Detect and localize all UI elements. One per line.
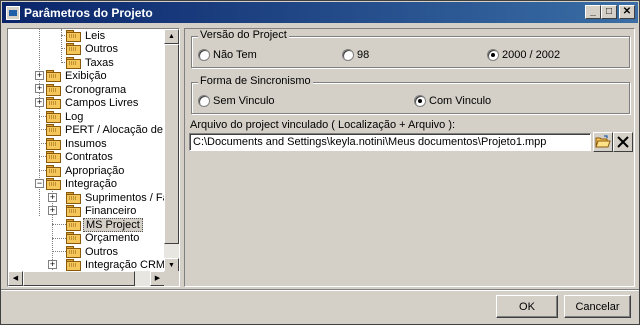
tree-connector (39, 143, 46, 144)
expand-toggle[interactable]: + (48, 206, 57, 215)
tree-connector (52, 251, 66, 252)
tree-item-exibicao[interactable]: Exibição (46, 69, 109, 82)
folder-icon (46, 70, 61, 82)
expand-toggle[interactable]: + (48, 260, 57, 269)
tree-connector (52, 238, 66, 239)
folder-icon (66, 192, 81, 204)
radio-com-vinculo[interactable]: Com Vinculo (414, 95, 491, 107)
folder-icon (46, 124, 61, 136)
tree-item-taxas[interactable]: Taxas (66, 56, 116, 69)
tree-item-pert[interactable]: PERT / Alocação de Recur (46, 123, 165, 136)
scroll-thumb[interactable] (23, 271, 135, 286)
tree-item-contratos[interactable]: Contratos (46, 150, 115, 163)
radio-2000-2002[interactable]: 2000 / 2002 (487, 49, 560, 61)
arquivo-label: Arquivo do project vinculado ( Localizaç… (190, 119, 456, 131)
cancel-button[interactable]: Cancelar (564, 295, 631, 318)
folder-icon (46, 138, 61, 150)
tree-item-cronograma[interactable]: Cronograma (46, 83, 128, 96)
versao-group: Versão do Project Não Tem 98 2000 / 2002 (191, 29, 630, 68)
tree-connector (39, 129, 46, 130)
folder-icon (46, 97, 61, 109)
folder-icon (46, 165, 61, 177)
close-window-button[interactable]: ✕ (619, 5, 635, 19)
tree-item-integracao-crm[interactable]: Integração CRM (66, 258, 165, 271)
tree-item-insumos[interactable]: Insumos (46, 137, 109, 150)
scroll-right-arrow-icon[interactable]: ▶ (150, 271, 165, 286)
expand-toggle[interactable]: + (48, 193, 57, 202)
folder-icon (66, 30, 81, 42)
radio-icon (198, 49, 210, 61)
ok-button[interactable]: OK (496, 295, 558, 318)
settings-panel: Versão do Project Não Tem 98 2000 / 2002… (184, 28, 635, 287)
tree-item-ms-project[interactable]: MS Project (66, 217, 143, 232)
close-icon (617, 136, 629, 148)
folder-icon (66, 205, 81, 217)
radio-icon (198, 95, 210, 107)
scroll-left-arrow-icon[interactable]: ◀ (8, 271, 23, 286)
tree-viewport: + + + − + + + Leis Outros Taxas Exibição… (8, 29, 165, 273)
tree-item-integracao[interactable]: Integração (46, 177, 119, 190)
radio-nao-tem[interactable]: Não Tem (198, 49, 257, 61)
browse-button[interactable] (593, 132, 613, 152)
sincronismo-group: Forma de Sincronismo Sem Vinculo Com Vin… (191, 75, 630, 114)
expand-toggle[interactable]: + (35, 71, 44, 80)
tree-vertical-scrollbar[interactable]: ▲ ▼ (164, 29, 179, 273)
title-bar[interactable]: Parâmetros do Projeto _ □ ✕ (2, 2, 638, 23)
settings-tree: + + + − + + + Leis Outros Taxas Exibição… (7, 28, 180, 287)
sincronismo-legend: Forma de Sincronismo (198, 75, 313, 87)
radio-checked-icon (414, 95, 426, 107)
folder-icon (66, 219, 81, 231)
radio-98[interactable]: 98 (342, 49, 369, 61)
folder-icon (66, 259, 81, 271)
radio-sem-vinculo[interactable]: Sem Vinculo (198, 95, 275, 107)
tree-item-leis[interactable]: Leis (66, 29, 107, 42)
folder-icon (46, 178, 61, 190)
collapse-toggle[interactable]: − (35, 179, 44, 188)
app-icon (6, 5, 20, 20)
tree-connector (39, 116, 46, 117)
tree-item-suprimentos[interactable]: Suprimentos / Faturar (66, 191, 165, 204)
clear-button[interactable] (613, 132, 633, 152)
versao-legend: Versão do Project (198, 29, 289, 41)
folder-icon (66, 246, 81, 258)
folder-icon (46, 84, 61, 96)
folder-icon (66, 232, 81, 244)
project-file-path-input[interactable]: C:\Documents and Settings\keyla.notini\M… (189, 133, 591, 151)
folder-icon (66, 43, 81, 55)
minimize-button[interactable]: _ (585, 5, 601, 19)
radio-checked-icon (487, 49, 499, 61)
scroll-thumb[interactable] (164, 44, 179, 244)
folder-icon (66, 57, 81, 69)
tree-connector (39, 170, 46, 171)
radio-icon (342, 49, 354, 61)
footer-separator (1, 289, 639, 291)
window-title: Parâmetros do Projeto (24, 5, 153, 20)
tree-item-orcamento[interactable]: Orçamento (66, 231, 141, 244)
folder-icon (46, 111, 61, 123)
tree-item-log[interactable]: Log (46, 110, 85, 123)
tree-connector (39, 156, 46, 157)
tree-item-outros[interactable]: Outros (66, 42, 120, 55)
folder-icon (46, 151, 61, 163)
tree-item-outros-integracao[interactable]: Outros (66, 245, 120, 258)
expand-toggle[interactable]: + (35, 98, 44, 107)
expand-toggle[interactable]: + (35, 84, 44, 93)
dialog-window: Parâmetros do Projeto _ □ ✕ + + + − + + … (0, 0, 640, 325)
tree-horizontal-scrollbar[interactable]: ◀ ▶ (8, 271, 165, 286)
open-folder-icon (595, 135, 611, 148)
window-controls: _ □ ✕ (585, 5, 635, 19)
tree-item-financeiro[interactable]: Financeiro (66, 204, 138, 217)
tree-item-campos-livres[interactable]: Campos Livres (46, 96, 140, 109)
tree-connector (52, 224, 66, 225)
maximize-button[interactable]: □ (601, 5, 617, 19)
tree-item-apropriacao[interactable]: Apropriação (46, 164, 126, 177)
scrollbar-corner (164, 271, 179, 286)
scroll-up-arrow-icon[interactable]: ▲ (164, 29, 179, 44)
